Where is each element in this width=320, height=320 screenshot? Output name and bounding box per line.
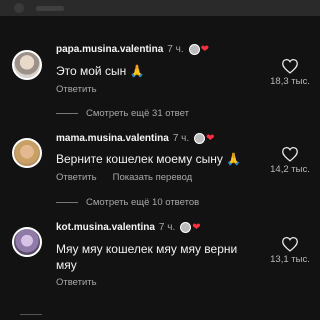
reply-button[interactable]: Ответить (56, 84, 97, 95)
comment-header: mama.musina.valentina 7 ч. ❤ (56, 133, 215, 144)
like-count: 13,1 тыс. (270, 254, 310, 265)
previous-comment-strip (0, 0, 320, 16)
divider (56, 113, 78, 114)
timestamp: 7 ч. (167, 44, 184, 55)
red-heart-icon: ❤ (206, 132, 215, 144)
view-more-replies-label: Смотреть ещё 31 ответ (86, 108, 189, 119)
red-heart-icon: ❤ (200, 43, 209, 55)
comment-text: Верните кошелек моему сыну 🙏 (56, 152, 242, 166)
avatar[interactable] (12, 227, 42, 257)
creator-liked-badge: ❤ (194, 132, 215, 144)
like-block: 18,3 тыс. (270, 58, 310, 87)
reply-button[interactable]: Ответить (56, 277, 97, 288)
creator-liked-badge: ❤ (180, 221, 201, 233)
reply-button[interactable]: Ответить (56, 172, 97, 183)
username[interactable]: mama.musina.valentina (56, 133, 169, 144)
timestamp: 7 ч. (172, 133, 190, 144)
next-comment-strip (0, 306, 320, 320)
username[interactable]: kot.musina.valentina (56, 222, 155, 233)
avatar[interactable] (12, 138, 42, 168)
ghost-avatar (14, 3, 24, 13)
heart-outline-icon[interactable] (281, 236, 299, 252)
creator-liked-badge: ❤ (188, 43, 209, 55)
creator-avatar (180, 222, 192, 233)
like-block: 14,2 тыс. (270, 146, 310, 175)
comment-text: Мяу мяу кошелек мяу мяу верни мяу (56, 241, 237, 273)
divider (56, 202, 78, 203)
username[interactable]: papa.musina.valentina (56, 44, 163, 55)
view-more-replies[interactable]: Смотреть ещё 10 ответов (56, 197, 199, 208)
comment-header: papa.musina.valentina 7 ч. ❤ (56, 44, 209, 55)
red-heart-icon: ❤ (192, 221, 201, 233)
comment-actions: Ответить Показать перевод (56, 172, 192, 183)
avatar[interactable] (12, 50, 42, 80)
comment-actions: Ответить (56, 84, 97, 95)
divider (20, 314, 42, 315)
heart-outline-icon[interactable] (281, 58, 299, 74)
creator-avatar (194, 133, 206, 144)
comment-text-line: мяу (56, 258, 77, 272)
heart-outline-icon[interactable] (281, 146, 299, 162)
comment-actions: Ответить (56, 277, 97, 288)
creator-avatar (188, 44, 200, 55)
timestamp: 7 ч. (158, 222, 176, 233)
like-block: 13,1 тыс. (270, 236, 310, 265)
view-more-replies-label: Смотреть ещё 10 ответов (86, 197, 200, 208)
comment-header: kot.musina.valentina 7 ч. ❤ (56, 222, 201, 233)
like-count: 14,2 тыс. (270, 164, 310, 175)
show-translation-button[interactable]: Показать перевод (113, 172, 193, 183)
like-count: 18,3 тыс. (270, 76, 310, 87)
comment-text-line: Мяу мяу кошелек мяу мяу верни (56, 242, 238, 256)
comment-text: Это мой сын 🙏 (56, 64, 145, 78)
ghost-text (36, 5, 64, 11)
view-more-replies[interactable]: Смотреть ещё 31 ответ (56, 108, 189, 119)
